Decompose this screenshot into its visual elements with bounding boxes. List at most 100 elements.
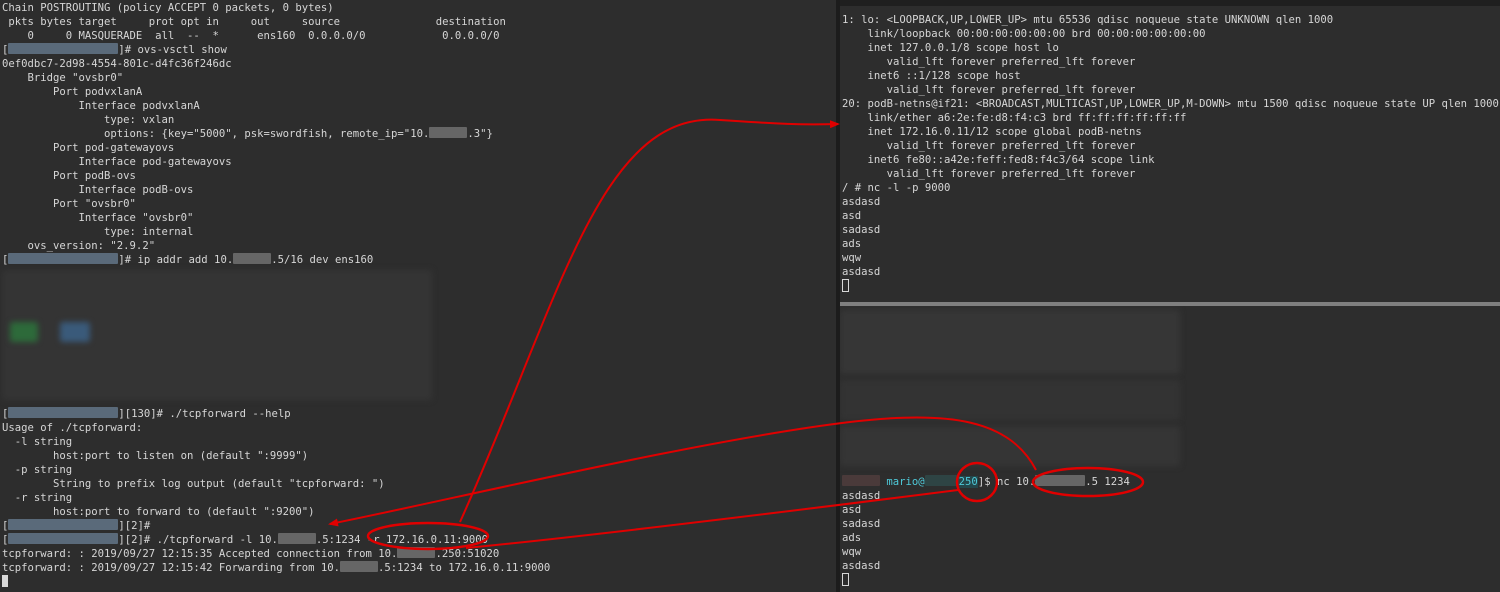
terminal-line: 0ef0dbc7-2d98-4554-801c-d4fc36f246dc [2,58,232,70]
terminal-line: wqw [842,546,862,558]
terminal-line: host:port to forward to (default ":9200"… [2,506,315,518]
terminal-line: Usage of ./tcpforward: [2,422,143,434]
terminal-line: / # nc -l -p 9000 [842,182,951,194]
blurred-output-region [10,322,38,342]
prompt-user: mario@ [886,476,925,488]
terminal-line: []# ip addr add 10. .5/16 dev ens160 [2,253,374,266]
redacted-hostname [8,519,119,530]
redacted-hostname [8,43,119,54]
terminal-line: ads [842,238,862,250]
redacted-ip [397,547,436,558]
redacted-prefix [842,475,880,486]
terminal-cursor-line [842,573,849,587]
blurred-output-region [840,426,1180,466]
terminal-line: Interface podvxlanA [2,100,200,112]
terminal-line: valid_lft forever preferred_lft forever [842,168,1136,180]
terminal-line: Port podB-ovs [2,170,136,182]
redacted-hostname [8,407,119,418]
terminal-line: Interface "ovsbr0" [2,212,194,224]
terminal-line: valid_lft forever preferred_lft forever [842,140,1136,152]
terminal-line: link/ether a6:2e:fe:d8:f4:c3 brd ff:ff:f… [842,112,1187,124]
terminal-line: String to prefix log output (default "tc… [2,478,385,490]
terminal-line: asdasd [842,490,881,502]
terminal-line: ovs_version: "2.9.2" [2,240,156,252]
terminal-line: tcpforward: : 2019/09/27 12:15:42 Forwar… [2,561,550,575]
terminal-line: -p string [2,464,73,476]
blurred-output-region [840,310,1180,374]
redacted-ip [277,533,316,544]
terminal-line: 20: podB-netns@if21: <BROADCAST,MULTICAS… [842,98,1499,110]
terminal-line: type: vxlan [2,114,175,126]
terminal-line: inet6 ::1/128 scope host [842,70,1021,82]
terminal-line: inet 127.0.0.1/8 scope host lo [842,42,1059,54]
terminal-line: 0 0 MASQUERADE all -- * ens160 0.0.0.0/0… [2,30,500,42]
terminal-line: inet6 fe80::a42e:feff:fed8:f4c3/64 scope… [842,154,1155,166]
terminal-line: []# ovs-vsctl show [2,43,227,56]
terminal-line: -l string [2,436,73,448]
pane-titlebar [840,0,1500,6]
terminal-line: [][2]# ./tcpforward -l 10. .5:1234 -r 172… [2,533,489,546]
terminal-line: options: {key="5000", psk=swordfish, rem… [2,127,493,141]
log-tail: .5:1234 to 172.16.0.11:9000 [378,562,551,574]
redacted-ip [340,561,379,572]
right-bottom-terminal-pane[interactable]: mario@ 250]$ nc 10. .5 1234 asdasd asd sad… [840,306,1500,592]
right-top-terminal-pane[interactable]: 1: lo: <LOOPBACK,UP,LOWER_UP> mtu 65536 … [840,0,1500,302]
left-terminal-pane[interactable]: Chain POSTROUTING (policy ACCEPT 0 packe… [0,0,836,592]
terminal-cursor-line [2,575,8,589]
prompt-command: ]# ip addr add 10. [118,254,234,266]
terminal-line: 1: lo: <LOOPBACK,UP,LOWER_UP> mtu 65536 … [842,14,1334,26]
redacted-hostname [8,533,119,544]
terminal-line: valid_lft forever preferred_lft forever [842,56,1136,68]
terminal-line: ads [842,532,862,544]
log-line: tcpforward: : 2019/09/27 12:15:42 Forwar… [2,562,341,574]
terminal-line: sadasd [842,224,881,236]
terminal-line: Interface podB-ovs [2,184,194,196]
terminal-line: -r string [2,492,73,504]
terminal-line: tcpforward: : 2019/09/27 12:15:35 Accept… [2,547,499,561]
terminal-line: Port pod-gatewayovs [2,142,175,154]
terminal-line: Bridge "ovsbr0" [2,72,124,84]
terminal-line: link/loopback 00:00:00:00:00:00 brd 00:0… [842,28,1206,40]
terminal-line: [][130]# ./tcpforward --help [2,407,291,420]
blurred-output-region [840,380,1180,420]
ovs-options-tail: .3"} [467,128,493,140]
terminal-line: sadasd [842,518,881,530]
log-tail: .250:51020 [435,548,500,560]
command-tail: .5:1234 -r 172.16.0.11:9000 [315,534,489,546]
terminal-line: Interface pod-gatewayovs [2,156,232,168]
redacted-hostname [8,253,119,264]
prompt-command: ]$ nc 10. [977,476,1036,488]
command-tail: .5/16 dev ens160 [271,254,374,266]
terminal-line: valid_lft forever preferred_lft forever [842,84,1136,96]
terminal-line: [][2]# [2,519,151,532]
redacted-ip [233,253,272,264]
prompt-command: ]# ovs-vsctl show [118,44,227,56]
terminal-line: asdasd [842,560,881,572]
terminal-line: Port "ovsbr0" [2,198,136,210]
redacted-host [924,475,959,486]
terminal-line: asd [842,210,862,222]
terminal-line: host:port to listen on (default ":9999") [2,450,309,462]
terminal-line: Chain POSTROUTING (policy ACCEPT 0 packe… [2,2,334,14]
text-cursor [842,573,849,586]
terminal-line: asdasd [842,196,881,208]
redacted-ip [1035,475,1086,486]
terminal-line: type: internal [2,226,194,238]
terminal-cursor-line [842,279,849,293]
log-line: tcpforward: : 2019/09/27 12:15:35 Accept… [2,548,398,560]
terminal-line: asd [842,504,862,516]
text-cursor [2,575,8,587]
terminal-line: inet 172.16.0.11/12 scope global podB-ne… [842,126,1142,138]
prompt-line: mario@ 250]$ nc 10. .5 1234 [842,475,1130,489]
terminal-line: wqw [842,252,862,264]
prompt-command: ][130]# ./tcpforward --help [118,408,291,420]
prompt-host-suffix: 250 [958,476,978,488]
terminal-line: Port podvxlanA [2,86,143,98]
redacted-ip [429,127,468,138]
text-cursor [842,279,849,292]
terminal-line: pkts bytes target prot opt in out source… [2,16,506,28]
command-tail: .5 1234 [1085,476,1130,488]
blurred-output-region [60,322,90,342]
prompt-command: ][2]# [118,520,151,532]
terminal-line: asdasd [842,266,881,278]
